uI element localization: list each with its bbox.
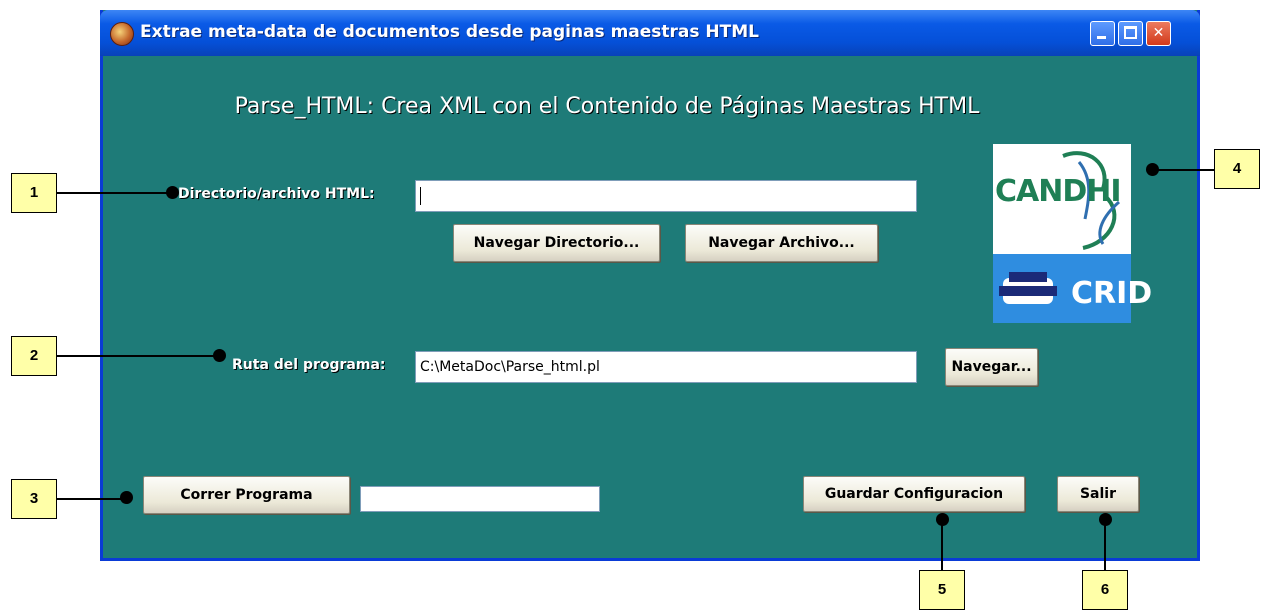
exit-button[interactable]: Salir bbox=[1057, 476, 1139, 512]
run-program-button[interactable]: Correr Programa bbox=[143, 476, 350, 514]
app-icon[interactable] bbox=[110, 22, 134, 46]
callout-2-line bbox=[57, 355, 222, 357]
page-heading: Parse_HTML: Crea XML con el Contenido de… bbox=[234, 94, 980, 119]
maximize-button[interactable] bbox=[1118, 21, 1143, 46]
callout-1-dot bbox=[166, 186, 179, 199]
directory-label: Directorio/archivo HTML: bbox=[178, 186, 375, 202]
minimize-button[interactable] bbox=[1090, 21, 1115, 46]
callout-2: 2 bbox=[11, 336, 57, 376]
callout-4-line bbox=[1158, 169, 1214, 171]
candhi-logo: CANDHI bbox=[993, 144, 1131, 254]
callout-5: 5 bbox=[919, 570, 965, 610]
crid-logo: CRID bbox=[993, 254, 1152, 323]
callout-3-dot bbox=[120, 491, 133, 504]
callout-5-line bbox=[941, 519, 943, 572]
browse-button[interactable]: Navegar... bbox=[945, 348, 1038, 386]
callout-3: 3 bbox=[11, 479, 57, 519]
browse-directory-button[interactable]: Navegar Directorio... bbox=[453, 224, 660, 262]
callout-2-dot bbox=[213, 349, 226, 362]
maximize-icon bbox=[1124, 26, 1137, 39]
status-output-field bbox=[360, 486, 600, 512]
close-button[interactable]: ✕ bbox=[1146, 21, 1171, 46]
save-configuration-button[interactable]: Guardar Configuracion bbox=[803, 476, 1025, 512]
close-icon: ✕ bbox=[1152, 25, 1165, 41]
candhi-logo-text: CANDHI bbox=[995, 174, 1122, 209]
title-bar[interactable]: Extrae meta-data de documentos desde pag… bbox=[100, 10, 1200, 56]
callout-1: 1 bbox=[11, 173, 57, 213]
browse-file-button[interactable]: Navegar Archivo... bbox=[685, 224, 878, 262]
window-title: Extrae meta-data de documentos desde pag… bbox=[140, 22, 760, 42]
text-caret bbox=[420, 187, 421, 205]
directory-input[interactable] bbox=[415, 180, 917, 212]
callout-6-line bbox=[1104, 519, 1106, 572]
callout-3-line bbox=[57, 498, 127, 500]
candhi-crid-logo: CANDHI CRID bbox=[993, 144, 1152, 323]
callout-4-dot bbox=[1146, 163, 1159, 176]
callout-6: 6 bbox=[1082, 570, 1128, 610]
crid-logo-text: CRID bbox=[1071, 276, 1153, 311]
callout-1-line bbox=[57, 192, 172, 194]
program-path-label: Ruta del programa: bbox=[232, 357, 386, 373]
printer-icon bbox=[999, 272, 1057, 304]
program-path-input[interactable]: C:\MetaDoc\Parse_html.pl bbox=[415, 351, 917, 383]
callout-4: 4 bbox=[1214, 149, 1260, 189]
minimize-icon bbox=[1097, 36, 1106, 39]
